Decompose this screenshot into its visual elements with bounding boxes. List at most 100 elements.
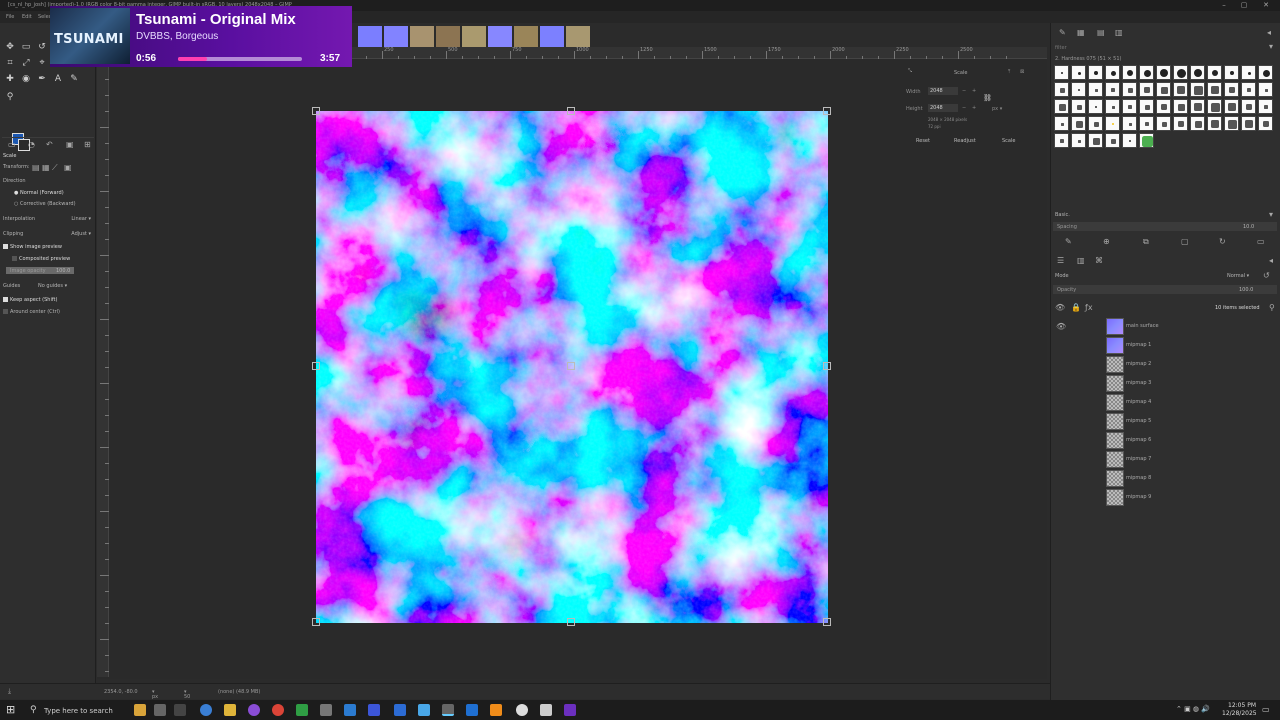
undo-history-tab-icon[interactable]: ↶ [46,140,53,149]
direction-normal-radio[interactable]: ● Normal (Forward) [14,190,64,196]
notepad-icon[interactable] [540,704,552,716]
lock-icon[interactable]: 🔒 [1071,303,1081,312]
taskbar-clock[interactable]: 12:05 PM 12/28/2025 [1222,702,1257,718]
brush-filter-input[interactable]: filter [1055,45,1067,51]
scale-button[interactable]: Scale [1002,138,1015,144]
brush-swatch[interactable] [1173,99,1188,114]
layer-row[interactable]: mipmap 9 [1051,488,1279,507]
interpolation-select[interactable]: Linear ▾ [71,216,91,222]
brush-swatch[interactable] [1258,116,1273,131]
dock-menu-icon[interactable]: ◂ [1267,28,1271,37]
transform-handle[interactable] [312,362,320,370]
brush-swatch[interactable] [1122,65,1137,80]
device-status-tab-icon[interactable]: ◔ [28,140,35,149]
transform-handle[interactable] [823,107,831,115]
brush-swatch[interactable] [1088,82,1103,97]
app-icon[interactable] [516,704,528,716]
brush-swatch[interactable] [1105,82,1120,97]
visibility-header-icon[interactable]: 👁 [1055,303,1065,312]
brush-swatch[interactable] [1054,82,1069,97]
brushes-tab-icon[interactable]: ✎ [1059,28,1066,37]
brush-swatch[interactable] [1105,99,1120,114]
patterns-tab-icon[interactable]: ▦ [1077,28,1085,37]
brush-swatch[interactable] [1071,116,1086,131]
tool-options-tab-icon[interactable]: ▭ [8,140,16,149]
brush-swatch[interactable] [1054,99,1069,114]
brush-swatch[interactable] [1190,82,1205,97]
tray-icons[interactable]: ⌃ ▣ ◍ 🔊 [1176,705,1210,713]
brush-swatch[interactable] [1207,116,1222,131]
menu-edit[interactable]: Edit [22,14,32,20]
vscode-icon[interactable] [344,704,356,716]
unit-select[interactable]: px ▾ [152,689,158,700]
image-tab-thumb[interactable] [436,26,460,48]
height-decrement-icon[interactable]: − [962,105,966,111]
mode-select[interactable]: Normal ▾ [1227,273,1249,279]
image-tab-thumb[interactable] [384,26,408,48]
transform-image-icon[interactable]: ▣ [64,163,72,172]
heal-tool-icon[interactable]: ✚ [4,73,16,85]
app-icon[interactable] [368,704,380,716]
image-tab-thumb[interactable] [488,26,512,48]
brush-swatch[interactable] [1156,99,1171,114]
new-brush-icon[interactable]: ⊕ [1103,237,1110,246]
layers-tab-icon[interactable]: ☰ [1057,256,1064,265]
brush-swatch[interactable] [1258,99,1273,114]
brush-swatch[interactable] [1139,116,1154,131]
brush-swatch[interactable] [1241,65,1256,80]
fill-tool-icon[interactable]: ◉ [20,73,32,85]
unit-select[interactable]: px ▾ [992,106,1002,112]
height-increment-icon[interactable]: + [972,105,976,111]
brush-swatch[interactable] [1190,116,1205,131]
transform-handle[interactable] [567,107,575,115]
scale-tool-icon[interactable]: ⤢ [20,57,32,69]
dialog-pin-icon[interactable]: ⤒ [1008,69,1010,75]
paths-tab-icon[interactable]: ⌘ [1095,256,1103,265]
brush-swatch[interactable] [1258,82,1273,97]
text-tool-icon[interactable]: A [52,73,64,85]
brush-swatch[interactable] [1105,116,1120,131]
brush-swatch[interactable] [1224,116,1239,131]
transform-selection-icon[interactable]: ▦ [42,163,50,172]
chain-link-icon[interactable]: ⛓ [983,94,992,102]
transform-handle[interactable] [312,618,320,626]
gradients-tab-icon[interactable]: ▥ [1115,28,1123,37]
duplicate-brush-icon[interactable]: ⧉ [1143,237,1149,246]
brush-swatch[interactable] [1088,65,1103,80]
chrome-icon[interactable] [272,704,284,716]
layer-row[interactable]: mipmap 4 [1051,393,1279,412]
layer-row[interactable]: mipmap 5 [1051,412,1279,431]
fonts-tab-icon[interactable]: ▤ [1097,28,1105,37]
edit-brush-icon[interactable]: ✎ [1065,237,1072,246]
layer-search-icon[interactable]: ⚲ [1269,303,1275,312]
widgets-icon[interactable] [174,704,186,716]
close-icon[interactable]: ✕ [1252,0,1280,11]
brush-swatch[interactable] [1054,133,1069,148]
brush-swatch[interactable] [1190,65,1205,80]
brush-swatch[interactable] [1139,82,1154,97]
move-tool-icon[interactable]: ✥ [4,41,16,53]
fx-icon[interactable]: ƒx [1085,303,1093,312]
zoom-tool-icon[interactable]: ⚲ [4,91,16,103]
layer-row[interactable]: mipmap 7 [1051,450,1279,469]
app-icon[interactable] [418,704,430,716]
brush-swatch[interactable] [1088,133,1103,148]
composited-preview-checkbox[interactable]: Composited preview [12,256,70,262]
image-tab-thumb[interactable] [514,26,538,48]
dialog-close-icon[interactable]: ⊠ [1020,69,1024,75]
brush-swatch[interactable] [1156,116,1171,131]
image-tab-thumb[interactable] [540,26,564,48]
app-icon[interactable] [466,704,478,716]
brush-swatch[interactable] [1224,82,1239,97]
open-brush-icon[interactable]: ▭ [1257,237,1265,246]
refresh-brushes-icon[interactable]: ↻ [1219,237,1226,246]
reset-button[interactable]: Reset [916,138,930,144]
zoom-select[interactable]: 50 % ▾ [184,689,190,706]
brush-swatch[interactable] [1224,99,1239,114]
menu-file[interactable]: File [6,14,14,20]
clipping-select[interactable]: Adjust ▾ [71,231,91,237]
rect-select-icon[interactable]: ▭ [20,41,32,53]
taskview-icon[interactable] [154,704,166,716]
brush-swatch[interactable] [1105,65,1120,80]
brush-swatch[interactable] [1122,116,1137,131]
